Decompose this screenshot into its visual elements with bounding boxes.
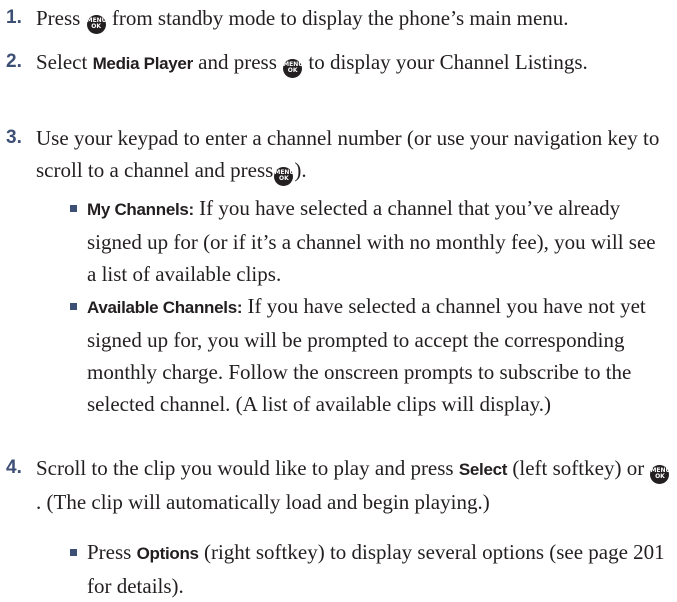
step-4: 4. Scroll to the clip you would like to …: [6, 452, 674, 518]
bullet-available-channels: Available Channels: If you have selected…: [70, 290, 670, 420]
bullet-options: Press Options (right softkey) to display…: [70, 536, 670, 602]
softkey-select: Select: [458, 460, 508, 479]
step-text-part: to display your Channel Listings.: [308, 50, 588, 74]
softkey-options: Options: [136, 544, 199, 563]
step-text-part: Use your keypad to enter a channel numbe…: [36, 126, 660, 182]
bullet-text: My Channels: If you have selected a chan…: [87, 192, 670, 290]
step-text-part: ).: [294, 158, 307, 182]
step-text-part: . (The clip will automatically load and …: [36, 490, 490, 514]
step-text: Select Media Player and press MENU OK to …: [36, 46, 674, 80]
step-2: 2. Select Media Player and press MENU OK …: [6, 46, 674, 80]
bullet-my-channels: My Channels: If you have selected a chan…: [70, 192, 670, 290]
step-3: 3. Use your keypad to enter a channel nu…: [6, 122, 674, 186]
step-text: Use your keypad to enter a channel numbe…: [36, 122, 674, 186]
step-text-part: and press: [198, 50, 277, 74]
step-text-part: Select: [36, 50, 88, 74]
step-number: 3.: [6, 127, 22, 148]
bullet-text: Press Options (right softkey) to display…: [87, 536, 670, 602]
step-text: Press MENU OK from standby mode to displa…: [36, 2, 674, 34]
menu-item-media-player: Media Player: [92, 54, 194, 73]
menu-ok-key-icon: MENU OK: [650, 464, 670, 484]
step-1: 1. Press MENU OK from standby mode to dis…: [6, 2, 674, 34]
bullet-label: My Channels:: [87, 200, 194, 219]
bullet-label: Available Channels:: [87, 298, 243, 317]
step-text-part: Press: [36, 6, 81, 30]
step-text-part: (left softkey) or: [512, 456, 645, 480]
step-number: 4.: [6, 457, 22, 478]
step-text: Scroll to the clip you would like to pla…: [36, 452, 674, 518]
step-text-part: from standby mode to display the phone’s…: [111, 6, 569, 30]
bullet-description: Press: [87, 540, 132, 564]
bullet-marker: [70, 303, 77, 310]
manual-page: 1. Press MENU OK from standby mode to dis…: [0, 0, 677, 598]
bullet-marker: [70, 205, 77, 212]
menu-ok-key-icon: MENU OK: [283, 58, 303, 78]
step-number: 2.: [6, 51, 22, 72]
bullet-text: Available Channels: If you have selected…: [87, 290, 670, 420]
step-number: 1.: [6, 7, 22, 28]
menu-ok-key-icon: MENU OK: [274, 166, 294, 186]
bullet-marker: [70, 549, 77, 556]
step-text-part: Scroll to the clip you would like to pla…: [36, 456, 454, 480]
menu-ok-key-icon: MENU OK: [86, 14, 107, 34]
